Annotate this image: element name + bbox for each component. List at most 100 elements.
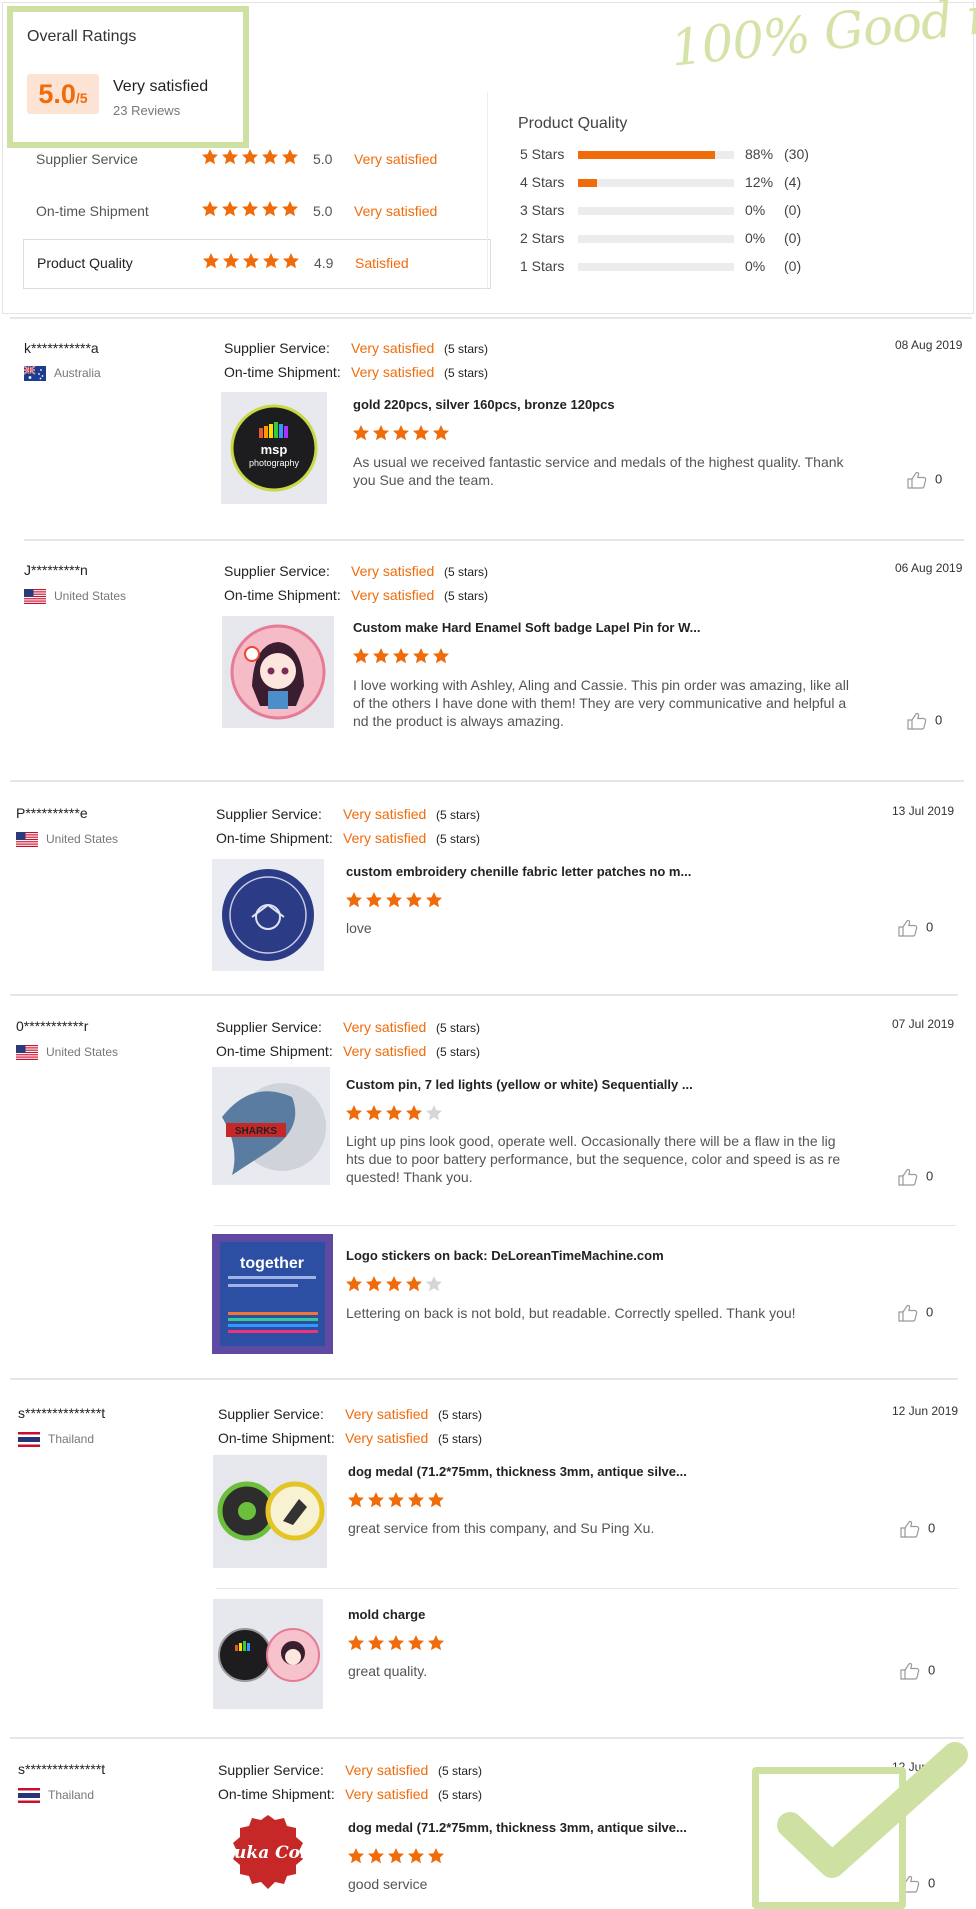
star-icon: [353, 648, 369, 664]
review-date: 08 Aug 2019: [895, 338, 963, 352]
star-icon: [203, 253, 219, 269]
star-rating: [352, 424, 452, 442]
product-thumbnail[interactable]: SHARKS: [212, 1067, 330, 1185]
dist-count: (4): [784, 174, 802, 190]
shipment-stars-note: (5 stars): [436, 1045, 481, 1059]
product-thumbnail[interactable]: [212, 859, 324, 971]
country-name: Thailand: [48, 1788, 95, 1802]
helpful-button[interactable]: 0: [907, 712, 942, 730]
dist-percent: 12%: [745, 174, 774, 190]
dist-count: (0): [784, 230, 802, 246]
product-thumbnail[interactable]: msp photography: [221, 392, 327, 504]
product-thumbnail[interactable]: Nuka Cola: [215, 1811, 321, 1900]
flag-th-icon: [18, 1788, 40, 1804]
dist-label: 1 Stars: [520, 258, 565, 274]
shipment-stars-note: (5 stars): [438, 1432, 483, 1446]
product-thumbnail[interactable]: [222, 616, 334, 728]
reviewer-name: 0***********r: [16, 1018, 89, 1034]
dist-bar-fill: [578, 179, 597, 187]
review-text: I love working with Ashley, Aling and Ca…: [353, 677, 849, 729]
distribution-row-1: 1 Stars 0% (0): [520, 258, 820, 278]
helpful-count: 0: [935, 712, 943, 728]
flag-us-icon: [24, 589, 46, 605]
shipment-label: On-time Shipment:: [216, 830, 333, 846]
country-name: Thailand: [48, 1432, 95, 1446]
star-icon: [222, 201, 238, 217]
dist-bar-fill: [578, 151, 716, 159]
country-name: Australia: [54, 366, 101, 380]
product-title[interactable]: gold 220pcs, silver 160pcs, bronze 120pc…: [353, 397, 615, 412]
metric-label: On-time Shipment: [36, 203, 149, 219]
overall-label: Very satisfied: [113, 78, 209, 95]
supplier-service-label: Supplier Service:: [224, 563, 330, 579]
overall-score: 5.0: [38, 79, 76, 109]
reviewer-name: s**************t: [18, 1405, 106, 1421]
star-icon: [386, 1276, 402, 1292]
shipment-label: On-time Shipment:: [224, 364, 341, 380]
star-icon: [366, 892, 382, 908]
review-text: love: [346, 920, 372, 936]
helpful-count: 0: [928, 1662, 936, 1678]
shipment-value: Very satisfied: [345, 1430, 429, 1446]
shipment-value: Very satisfied: [345, 1786, 429, 1802]
helpful-button[interactable]: 0: [898, 1168, 933, 1186]
supplier-service-value: Very satisfied: [343, 1019, 427, 1035]
dist-percent: 88%: [745, 146, 774, 162]
star-icon: [202, 201, 218, 217]
helpful-button[interactable]: 0: [900, 1662, 935, 1680]
product-title[interactable]: mold charge: [348, 1607, 425, 1622]
star-icon: [426, 1276, 442, 1292]
star-icon: [243, 253, 259, 269]
review-text: Lettering on back is not bold, but reada…: [346, 1305, 796, 1321]
shipment-label: On-time Shipment:: [218, 1786, 335, 1802]
helpful-button[interactable]: 0: [900, 1520, 935, 1538]
supplier-stars-note: (5 stars): [438, 1408, 483, 1422]
reviewer-name: J*********n: [24, 562, 88, 578]
helpful-button[interactable]: 0: [898, 1304, 933, 1322]
reviewer-name: s**************t: [18, 1761, 106, 1777]
thumbs-up-icon: [907, 712, 935, 730]
review-date: 13 Jul 2019: [892, 804, 955, 818]
product-title[interactable]: custom embroidery chenille fabric letter…: [346, 864, 691, 879]
shipment-value: Very satisfied: [351, 587, 435, 603]
product-title[interactable]: dog medal (71.2*75mm, thickness 3mm, ant…: [348, 1820, 687, 1835]
dist-bar-track: [578, 151, 734, 159]
star-icon: [426, 892, 442, 908]
product-thumbnail[interactable]: [213, 1455, 327, 1568]
helpful-button[interactable]: 0: [907, 471, 942, 489]
helpful-count: 0: [926, 919, 934, 935]
star-icon: [408, 1848, 424, 1864]
review-divider: [10, 1378, 958, 1380]
star-rating: [202, 252, 302, 270]
supplier-service-value: Very satisfied: [351, 340, 435, 356]
metric-product-quality[interactable]: Product Quality 4.9 Satisfied: [23, 239, 491, 289]
star-icon: [222, 149, 238, 165]
dist-bar-track: [578, 179, 734, 187]
metric-text: Satisfied: [355, 255, 409, 271]
helpful-count: 0: [935, 471, 943, 487]
country-name: United States: [46, 1045, 119, 1059]
dist-label: 2 Stars: [520, 230, 565, 246]
metric-label: Supplier Service: [36, 151, 138, 167]
shipment-label: On-time Shipment:: [224, 587, 341, 603]
star-icon: [406, 1276, 422, 1292]
distribution-row-5: 5 Stars 88% (30): [520, 146, 820, 166]
product-quality-title: Product Quality: [518, 115, 628, 132]
helpful-button[interactable]: 0: [898, 919, 933, 937]
item-divider: [216, 1588, 958, 1589]
product-title[interactable]: Logo stickers on back: DeLoreanTimeMachi…: [346, 1248, 664, 1263]
star-icon: [346, 892, 362, 908]
summary-divider: [487, 92, 488, 290]
star-icon: [366, 1105, 382, 1121]
product-title[interactable]: Custom pin, 7 led lights (yellow or whit…: [346, 1077, 693, 1092]
reviewer-name: P**********e: [16, 805, 88, 821]
supplier-stars-note: (5 stars): [438, 1764, 483, 1778]
supplier-service-value: Very satisfied: [345, 1762, 429, 1778]
review-divider: [10, 780, 964, 782]
dist-percent: 0%: [745, 230, 766, 246]
product-thumbnail[interactable]: together: [212, 1234, 333, 1354]
product-title[interactable]: Custom make Hard Enamel Soft badge Lapel…: [353, 620, 700, 635]
star-icon: [406, 1105, 422, 1121]
product-thumbnail[interactable]: [213, 1599, 323, 1709]
product-title[interactable]: dog medal (71.2*75mm, thickness 3mm, ant…: [348, 1464, 687, 1479]
